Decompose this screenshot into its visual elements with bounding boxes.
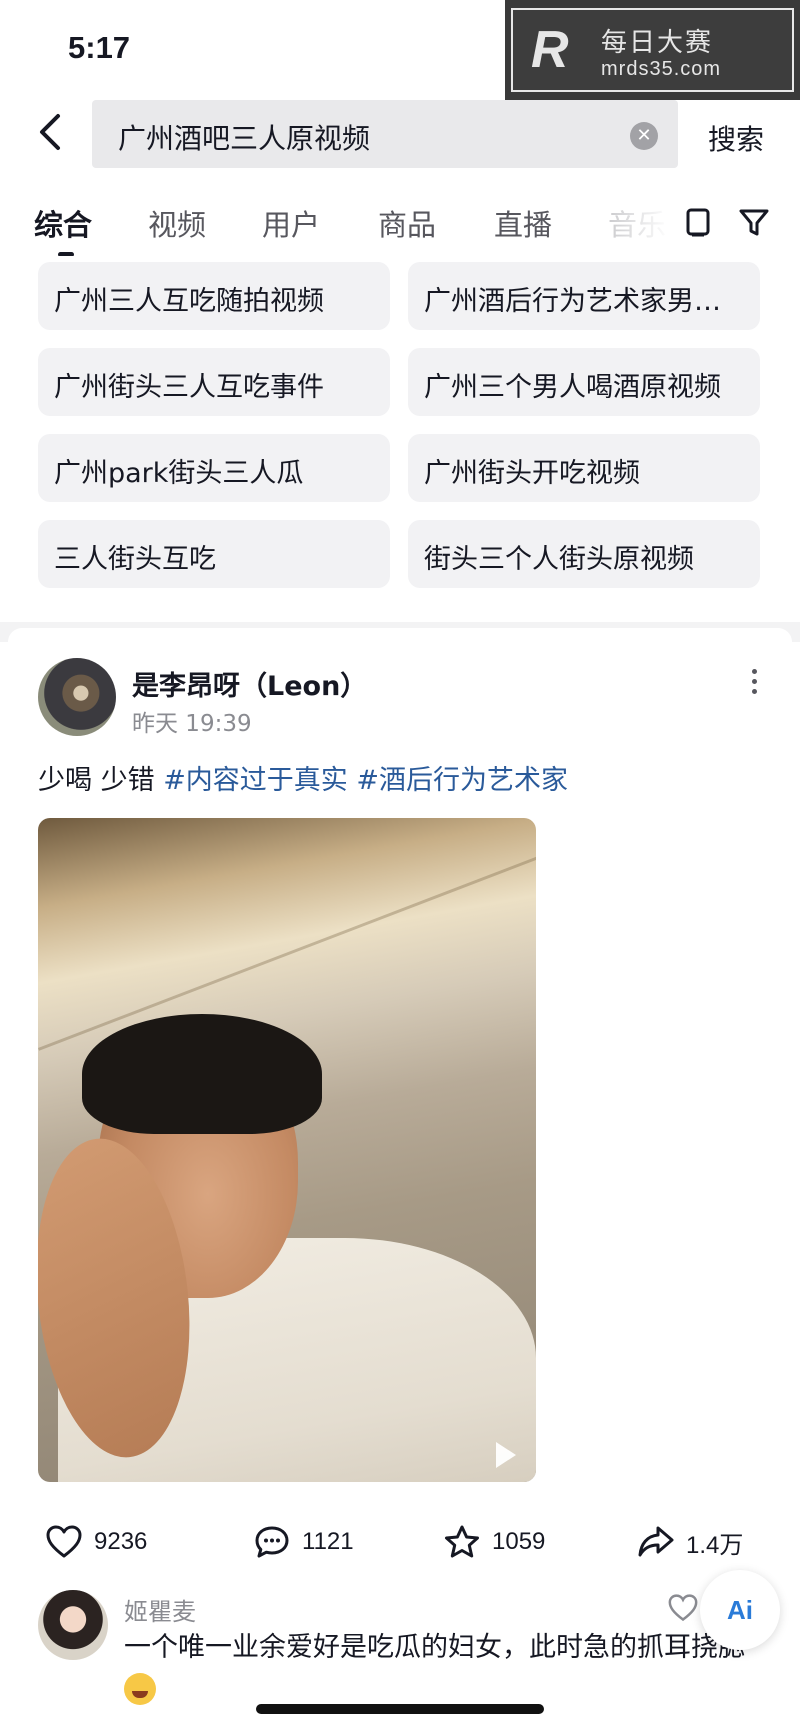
suggestion-chip[interactable]: 广州街头开吃视频 [408,434,760,502]
search-row: 广州酒吧三人原视频 ✕ 搜索 [0,96,800,176]
comment-button[interactable]: 1121 [254,1522,354,1562]
ceiling-edge [38,832,536,1051]
suggestion-chip[interactable]: 广州三个男人喝酒原视频 [408,348,760,416]
post-card: 是李昂呀（Leon） 昨天 19:39 少喝 少错 #内容过于真实 #酒后行为艺… [8,628,792,1733]
author-name[interactable]: 是李昂呀（Leon） [132,664,367,703]
search-input[interactable]: 广州酒吧三人原视频 ✕ [92,100,678,168]
share-button[interactable]: 1.4万 [638,1522,743,1562]
tab-live[interactable]: 直播 [494,202,552,244]
comment-like-button[interactable] [668,1594,698,1626]
video-thumbnail[interactable] [38,818,536,1482]
suggestion-chip[interactable]: 广州街头三人互吃事件 [38,348,390,416]
tab-products[interactable]: 商品 [378,202,436,244]
like-button[interactable]: 9236 [46,1522,147,1562]
commenter-name[interactable]: 姬瞿麦 [124,1592,196,1627]
comment-icon [255,1526,289,1558]
watermark-title: 每日大赛 [601,28,714,58]
tab-all[interactable]: 综合 [34,202,92,244]
suggestion-chip[interactable]: 广州酒后行为艺术家男… [408,262,760,330]
back-button[interactable] [32,110,72,154]
suggestion-chip[interactable]: 街头三个人街头原视频 [408,520,760,588]
home-indicator[interactable] [256,1704,544,1714]
watermark: R 每日大赛 mrds35.com [505,0,800,100]
star-icon [445,1525,479,1558]
person-hair [82,1014,322,1134]
related-searches: 广州三人互吃随拍视频 广州酒后行为艺术家男… 广州街头三人互吃事件 广州三个男人… [8,256,792,622]
watermark-frame: R 每日大赛 mrds35.com [511,8,794,92]
watermark-logo: R [531,21,569,79]
heart-icon [668,1594,698,1622]
laughing-emoji-icon [124,1672,156,1705]
author-avatar[interactable] [38,658,116,736]
tab-fade [600,190,670,260]
filter-icon[interactable] [736,204,772,240]
status-time: 5:17 [68,30,131,65]
post-time: 昨天 19:39 [132,711,252,737]
suggestion-chip[interactable]: 广州park街头三人瓜 [38,434,390,502]
suggestion-chip[interactable]: 三人街头互吃 [38,520,390,588]
search-query: 广州酒吧三人原视频 [118,122,371,155]
share-icon [638,1526,674,1557]
ai-assistant-button[interactable]: Ai [700,1570,780,1650]
suggestion-chip[interactable]: 广州三人互吃随拍视频 [38,262,390,330]
post-actions: 9236 1121 1059 1.4万 [8,1518,792,1568]
search-button[interactable]: 搜索 [708,118,764,158]
watermark-url: mrds35.com [601,58,722,80]
status-bar: 5:17 R 每日大赛 mrds35.com [0,0,800,100]
play-icon[interactable] [496,1442,516,1468]
caption-text: 少喝 少错 [38,765,155,796]
comment-body: 一个唯一业余爱好是吃瓜的妇女，此时急的抓耳挠腮 [124,1632,745,1663]
comment-text: 一个唯一业余爱好是吃瓜的妇女，此时急的抓耳挠腮 [124,1628,764,1708]
favorite-count: 1059 [492,1528,546,1555]
more-icon[interactable] [748,666,760,702]
comment-count: 1121 [302,1528,354,1555]
post-caption: 少喝 少错 #内容过于真实 #酒后行为艺术家 [38,758,568,797]
like-count: 9236 [94,1528,148,1555]
tab-video[interactable]: 视频 [148,202,206,244]
commenter-avatar[interactable] [38,1590,108,1660]
hashtag-link[interactable]: #酒后行为艺术家 [356,765,568,796]
layout-toggle-icon[interactable] [680,204,716,240]
share-count: 1.4万 [686,1531,744,1559]
clear-icon[interactable]: ✕ [630,122,658,150]
hashtag-link[interactable]: #内容过于真实 [163,765,348,796]
result-tabs: 综合 视频 用户 商品 直播 音乐 [0,190,800,260]
favorite-button[interactable]: 1059 [444,1522,545,1562]
tab-users[interactable]: 用户 [262,202,320,244]
heart-icon [46,1525,82,1558]
chevron-left-icon [40,114,60,150]
